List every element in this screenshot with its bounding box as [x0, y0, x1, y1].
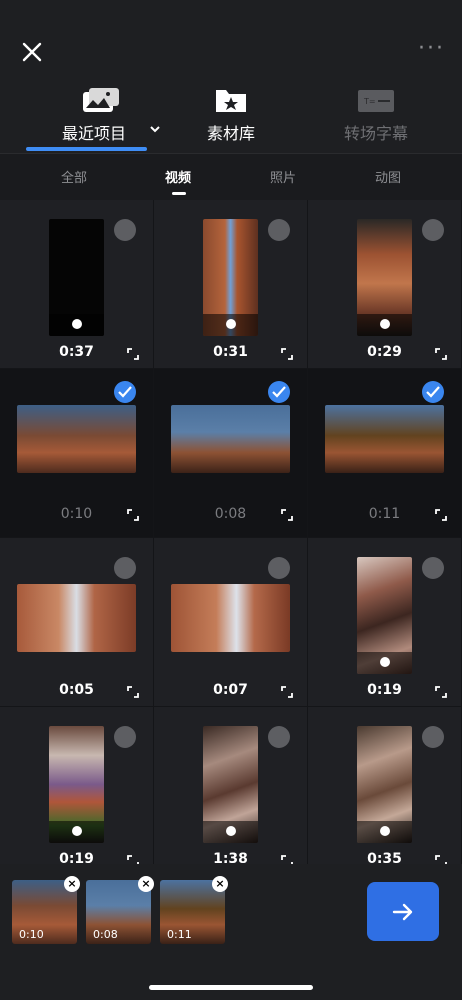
remove-icon[interactable]: × [212, 876, 228, 892]
filter-bar: 全部 视频 照片 动图 [0, 153, 462, 200]
expand-icon[interactable] [435, 509, 447, 521]
tab-transition-label: 转场字幕 [343, 124, 408, 143]
selected-check[interactable] [268, 381, 290, 403]
expand-icon[interactable] [281, 348, 293, 360]
tab-recent-label: 最近项目 [31, 120, 171, 144]
select-circle[interactable] [268, 726, 290, 748]
check-icon [118, 386, 132, 398]
tab-recent-items[interactable]: 最近项目 [31, 84, 171, 154]
media-item[interactable]: 0:37 [0, 200, 153, 368]
expand-icon[interactable] [127, 348, 139, 360]
select-circle[interactable] [268, 557, 290, 579]
gallery-icon [83, 88, 119, 112]
video-thumbnail [171, 584, 290, 652]
video-thumbnail [357, 219, 412, 336]
media-item[interactable]: 1:38 [154, 707, 307, 864]
active-tab-indicator [26, 147, 147, 151]
expand-icon[interactable] [127, 855, 139, 864]
expand-icon[interactable] [281, 509, 293, 521]
filter-video[interactable]: 视频 [165, 167, 191, 186]
expand-icon[interactable] [281, 686, 293, 698]
select-circle[interactable] [422, 557, 444, 579]
more-button[interactable]: ··· [418, 38, 443, 62]
close-icon [22, 42, 42, 62]
select-circle[interactable] [114, 557, 136, 579]
video-thumbnail [49, 726, 104, 843]
check-icon [426, 386, 440, 398]
filter-photo[interactable]: 照片 [270, 167, 296, 186]
media-item-selected[interactable]: 0:10 [0, 369, 153, 537]
filter-indicator [172, 192, 186, 195]
video-thumbnail [203, 726, 258, 843]
video-thumbnail [49, 219, 104, 336]
select-circle[interactable] [422, 219, 444, 241]
media-item[interactable]: 0:19 [0, 707, 153, 864]
remove-icon[interactable]: × [138, 876, 154, 892]
selection-tray: 0:10 × 0:08 × 0:11 × [0, 864, 462, 1000]
source-tabs: 最近项目 素材库 T= 转场字幕 [0, 84, 462, 154]
check-icon [272, 386, 286, 398]
video-thumbnail [357, 557, 412, 674]
home-indicator [149, 985, 313, 990]
select-circle[interactable] [268, 219, 290, 241]
media-item[interactable]: 0:31 [154, 200, 307, 368]
media-item[interactable]: 0:07 [154, 538, 307, 706]
media-item[interactable]: 0:05 [0, 538, 153, 706]
tab-material-label: 素材库 [206, 124, 255, 143]
chevron-down-icon [150, 126, 160, 133]
title-card-icon: T= [358, 90, 394, 112]
select-circle[interactable] [422, 726, 444, 748]
close-button[interactable] [18, 38, 46, 66]
tray-duration: 0:11 [167, 928, 192, 941]
expand-icon[interactable] [127, 686, 139, 698]
video-thumbnail [17, 584, 136, 652]
select-circle[interactable] [114, 726, 136, 748]
selected-check[interactable] [422, 381, 444, 403]
media-item-selected[interactable]: 0:08 [154, 369, 307, 537]
selected-check[interactable] [114, 381, 136, 403]
expand-icon[interactable] [435, 855, 447, 864]
media-item[interactable]: 0:19 [308, 538, 461, 706]
star-folder-icon [216, 90, 246, 112]
tab-transition-titles[interactable]: T= 转场字幕 [306, 84, 446, 154]
filter-all[interactable]: 全部 [61, 167, 87, 186]
media-item[interactable]: 0:29 [308, 200, 461, 368]
tray-duration: 0:10 [19, 928, 44, 941]
expand-icon[interactable] [127, 509, 139, 521]
filter-gif[interactable]: 动图 [375, 167, 401, 186]
tab-material-library[interactable]: 素材库 [161, 84, 301, 154]
tray-duration: 0:08 [93, 928, 118, 941]
video-thumbnail [357, 726, 412, 843]
media-item-selected[interactable]: 0:11 [308, 369, 461, 537]
video-thumbnail [203, 219, 258, 336]
select-circle[interactable] [114, 219, 136, 241]
expand-icon[interactable] [435, 348, 447, 360]
video-thumbnail [17, 405, 136, 473]
expand-icon[interactable] [435, 686, 447, 698]
media-grid: 0:37 0:31 0:29 0:10 0:08 0:11 0:05 0:07 … [0, 200, 462, 864]
next-button[interactable] [367, 882, 439, 941]
remove-icon[interactable]: × [64, 876, 80, 892]
video-thumbnail [325, 405, 444, 473]
media-item[interactable]: 0:35 [308, 707, 461, 864]
video-thumbnail [171, 405, 290, 473]
expand-icon[interactable] [281, 855, 293, 864]
svg-text:T=: T= [363, 97, 376, 106]
arrow-right-icon [392, 903, 413, 921]
